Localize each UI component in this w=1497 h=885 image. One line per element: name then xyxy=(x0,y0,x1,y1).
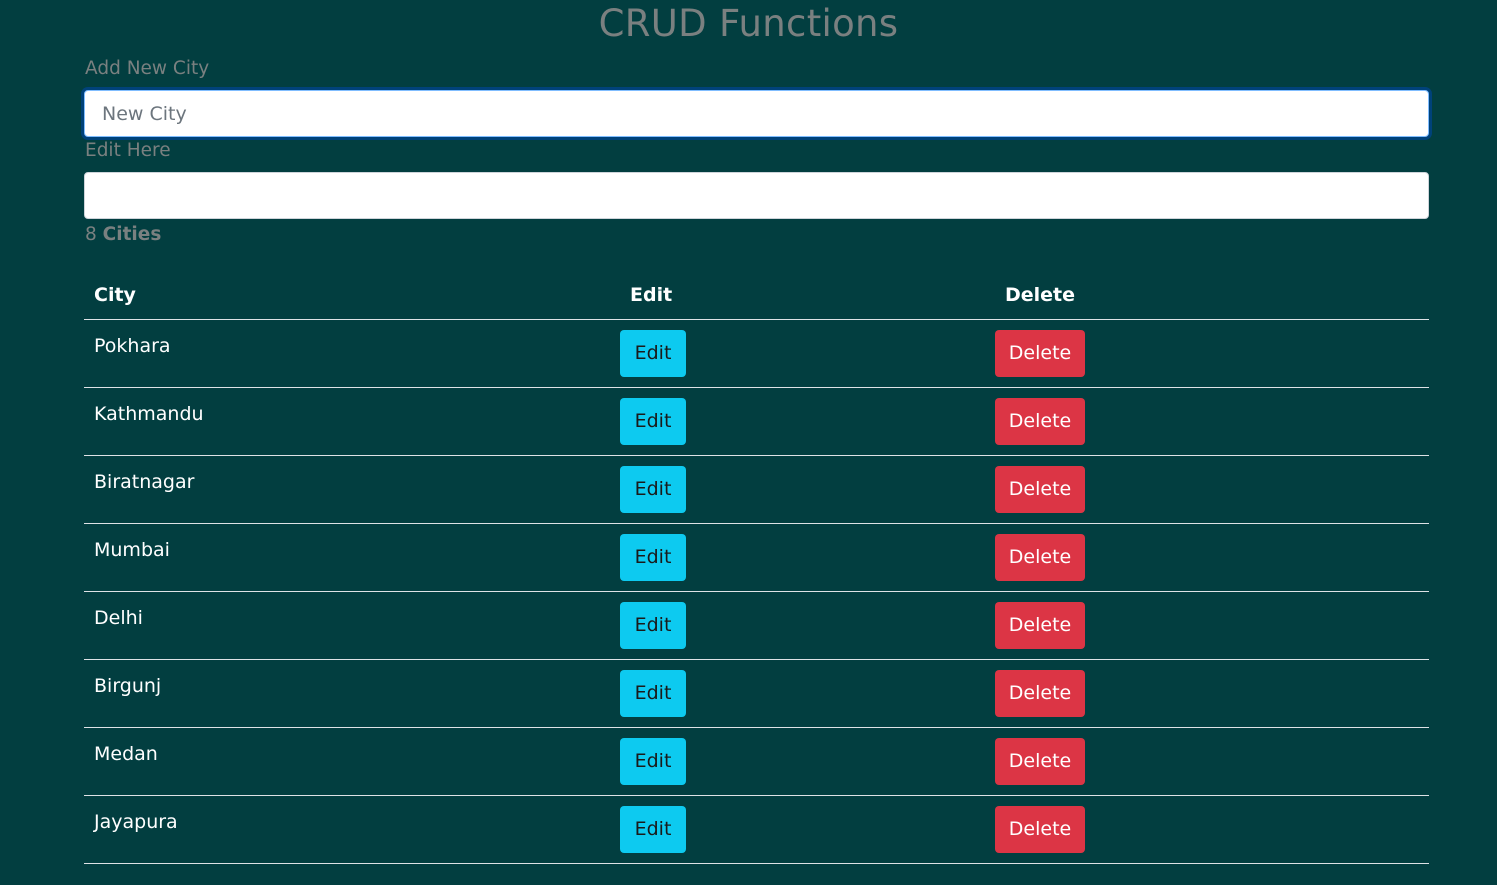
city-name: Mumbai xyxy=(84,523,620,592)
edit-button[interactable]: Edit xyxy=(620,534,686,581)
delete-button[interactable]: Delete xyxy=(995,398,1085,445)
table-row: Birgunj Edit Delete xyxy=(84,659,1429,728)
table-row: Jayapura Edit Delete xyxy=(84,795,1429,864)
add-city-label: Add New City xyxy=(85,58,210,79)
city-name: Delhi xyxy=(84,591,620,660)
table-row: Medan Edit Delete xyxy=(84,727,1429,796)
delete-button[interactable]: Delete xyxy=(995,534,1085,581)
table-row: Delhi Edit Delete xyxy=(84,591,1429,660)
cities-table: City Edit Delete Pokhara Edit Delete Kat… xyxy=(84,270,1429,864)
edit-button[interactable]: Edit xyxy=(620,806,686,853)
edit-button[interactable]: Edit xyxy=(620,466,686,513)
city-name: Jayapura xyxy=(84,795,620,864)
city-name: Pokhara xyxy=(84,319,620,388)
delete-button[interactable]: Delete xyxy=(995,602,1085,649)
delete-button[interactable]: Delete xyxy=(995,670,1085,717)
city-name: Kathmandu xyxy=(84,387,620,456)
edit-city-label: Edit Here xyxy=(85,140,171,161)
edit-button[interactable]: Edit xyxy=(620,670,686,717)
city-count: 8 Cities xyxy=(85,223,161,247)
city-count-word: Cities xyxy=(102,224,162,245)
city-name: Medan xyxy=(84,727,620,796)
edit-button[interactable]: Edit xyxy=(620,602,686,649)
new-city-input[interactable] xyxy=(84,90,1429,137)
delete-button[interactable]: Delete xyxy=(995,738,1085,785)
column-header-edit: Edit xyxy=(620,270,995,320)
delete-button[interactable]: Delete xyxy=(995,806,1085,853)
table-row: Kathmandu Edit Delete xyxy=(84,387,1429,456)
column-header-delete: Delete xyxy=(995,270,1429,320)
crud-page: CRUD Functions Add New City Edit Here 8 … xyxy=(0,0,1497,885)
edit-city-input[interactable] xyxy=(84,172,1429,219)
column-header-city: City xyxy=(84,270,620,320)
table-row: Biratnagar Edit Delete xyxy=(84,455,1429,524)
page-title: CRUD Functions xyxy=(598,2,899,45)
edit-button[interactable]: Edit xyxy=(620,738,686,785)
table-header-row: City Edit Delete xyxy=(84,270,1429,320)
table-row: Pokhara Edit Delete xyxy=(84,319,1429,388)
city-name: Biratnagar xyxy=(84,455,620,524)
delete-button[interactable]: Delete xyxy=(995,466,1085,513)
edit-button[interactable]: Edit xyxy=(620,398,686,445)
table-row: Mumbai Edit Delete xyxy=(84,523,1429,592)
edit-button[interactable]: Edit xyxy=(620,330,686,377)
delete-button[interactable]: Delete xyxy=(995,330,1085,377)
city-count-number: 8 xyxy=(85,224,97,245)
city-name: Birgunj xyxy=(84,659,620,728)
